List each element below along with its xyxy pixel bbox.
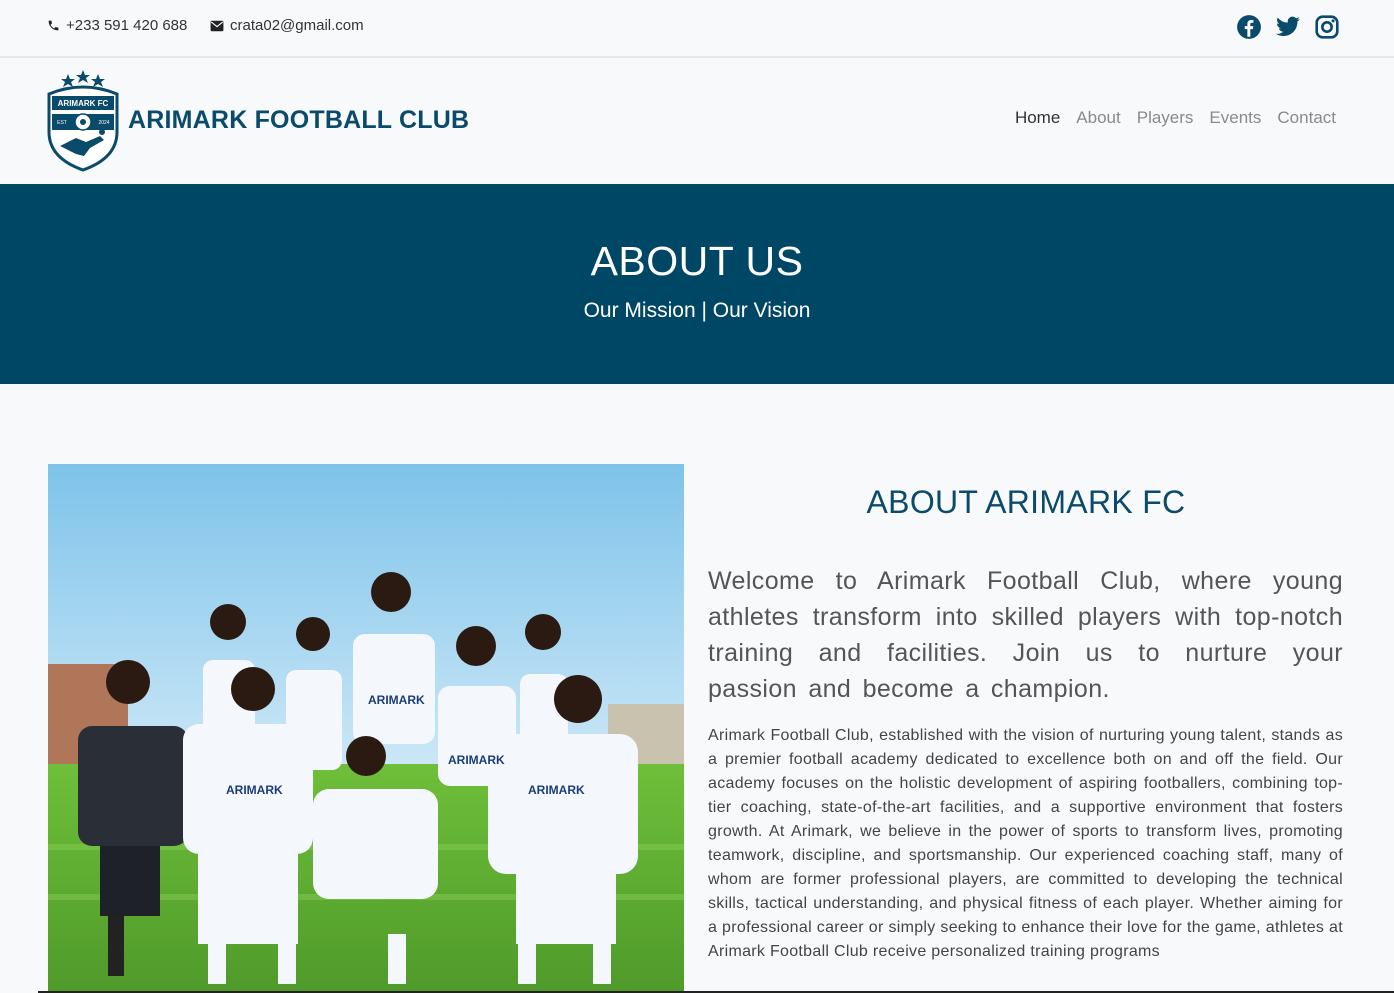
nav-contact[interactable]: Contact	[1277, 108, 1336, 128]
phone-icon	[48, 20, 59, 31]
about-lead: Welcome to Arimark Football Club, where …	[708, 567, 1343, 703]
nav-players[interactable]: Players	[1137, 108, 1194, 128]
site-header: ARIMARK FC EST 2024 ARIMARK FOOTBALL CLU…	[0, 58, 1394, 184]
top-bar: +233 591 420 688 crata02@gmail.com	[0, 0, 1394, 58]
email-address: crata02@gmail.com	[230, 17, 364, 34]
jersey-text: ARIMARK	[226, 783, 283, 797]
club-logo[interactable]: ARIMARK FC EST 2024	[46, 70, 120, 172]
hero-banner: ABOUT US Our Mission | Our Vision	[0, 184, 1394, 384]
envelope-icon	[210, 20, 224, 31]
about-body: Arimark Football Club, established with …	[708, 727, 1343, 960]
svg-text:ARIMARK FC: ARIMARK FC	[58, 99, 109, 108]
jersey-text: ARIMARK	[528, 783, 585, 797]
hero-subtitle: Our Mission | Our Vision	[583, 299, 811, 322]
phone-number: +233 591 420 688	[66, 17, 188, 34]
main-nav: Home About Players Events Contact	[1015, 108, 1336, 128]
facebook-icon[interactable]	[1236, 14, 1262, 40]
about-title: ABOUT ARIMARK FC	[866, 484, 1186, 520]
phone-contact[interactable]: +233 591 420 688	[47, 17, 187, 34]
team-photo: ARIMARK ARIMARK ARIMARK ARIMARK	[48, 464, 684, 993]
nav-about[interactable]: About	[1076, 108, 1120, 128]
nav-events[interactable]: Events	[1209, 108, 1261, 128]
jersey-text: ARIMARK	[368, 693, 425, 707]
email-contact[interactable]: crata02@gmail.com	[210, 17, 364, 34]
twitter-icon[interactable]	[1275, 14, 1301, 40]
club-name[interactable]: ARIMARK FOOTBALL CLUB	[128, 106, 469, 135]
hero-title: ABOUT US	[590, 238, 804, 284]
social-links	[1236, 14, 1340, 40]
instagram-icon[interactable]	[1314, 14, 1340, 40]
nav-home[interactable]: Home	[1015, 108, 1060, 128]
jersey-text: ARIMARK	[448, 753, 505, 767]
svg-text:2024: 2024	[98, 120, 109, 126]
svg-text:EST: EST	[57, 120, 67, 126]
